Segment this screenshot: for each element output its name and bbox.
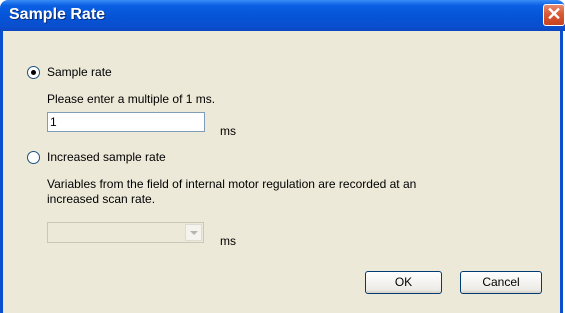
- increased-description-line2: increased scan rate.: [47, 192, 156, 206]
- sample-rate-input[interactable]: 1: [47, 112, 205, 132]
- title-bar: Sample Rate ✕: [0, 0, 565, 31]
- radio-selected-dot: [31, 70, 36, 75]
- increased-sample-rate-radio[interactable]: [27, 151, 40, 164]
- cancel-button[interactable]: Cancel: [460, 271, 542, 294]
- increased-rate-unit: ms: [220, 234, 236, 248]
- close-icon: ✕: [546, 4, 562, 24]
- increased-sample-rate-label[interactable]: Increased sample rate: [47, 150, 166, 164]
- chevron-down-icon[interactable]: [185, 224, 202, 241]
- ok-button[interactable]: OK: [365, 271, 442, 294]
- sample-rate-label[interactable]: Sample rate: [47, 65, 112, 79]
- close-button[interactable]: ✕: [543, 4, 565, 26]
- increased-description-line1: Variables from the field of internal mot…: [47, 177, 417, 191]
- window-title: Sample Rate: [9, 6, 106, 23]
- sample-rate-hint: Please enter a multiple of 1 ms.: [47, 92, 216, 106]
- sample-rate-radio[interactable]: [27, 66, 40, 79]
- increased-rate-combo[interactable]: [47, 222, 204, 243]
- sample-rate-unit: ms: [220, 124, 236, 138]
